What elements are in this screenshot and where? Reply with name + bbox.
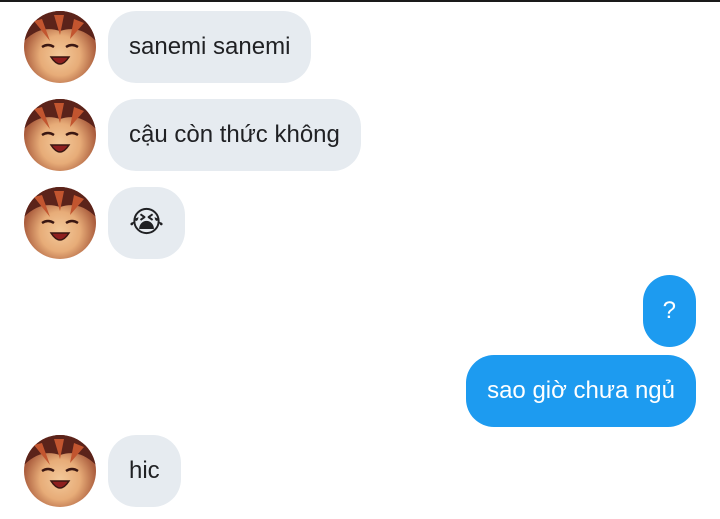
message-bubble-incoming[interactable]: sanemi sanemi	[108, 11, 312, 83]
message-text: sao giờ chưa ngủ	[487, 377, 675, 404]
message-bubble-outgoing[interactable]: sao giờ chưa ngủ	[466, 355, 696, 427]
avatar[interactable]	[24, 11, 96, 83]
message-text: sanemi sanemi	[129, 33, 291, 60]
message-bubble-incoming[interactable]: 😭	[108, 187, 186, 259]
message-row: sao giờ chưa ngủ	[466, 355, 696, 427]
message-row: 😭	[24, 187, 186, 259]
message-text: hic	[129, 457, 160, 484]
message-row: sanemi sanemi	[24, 11, 312, 83]
message-row: ?	[642, 275, 696, 347]
message-row: hic	[24, 435, 181, 507]
avatar[interactable]	[24, 99, 96, 171]
avatar[interactable]	[24, 187, 96, 259]
avatar[interactable]	[24, 435, 96, 507]
message-row: cậu còn thức không	[24, 99, 361, 171]
message-text: cậu còn thức không	[129, 121, 340, 148]
top-border	[0, 0, 720, 2]
message-bubble-outgoing[interactable]: ?	[642, 275, 696, 347]
loudly-crying-face-icon: 😭	[129, 205, 165, 240]
message-text: ?	[662, 297, 676, 324]
message-bubble-incoming[interactable]: hic	[108, 435, 181, 507]
message-bubble-incoming[interactable]: cậu còn thức không	[108, 99, 361, 171]
